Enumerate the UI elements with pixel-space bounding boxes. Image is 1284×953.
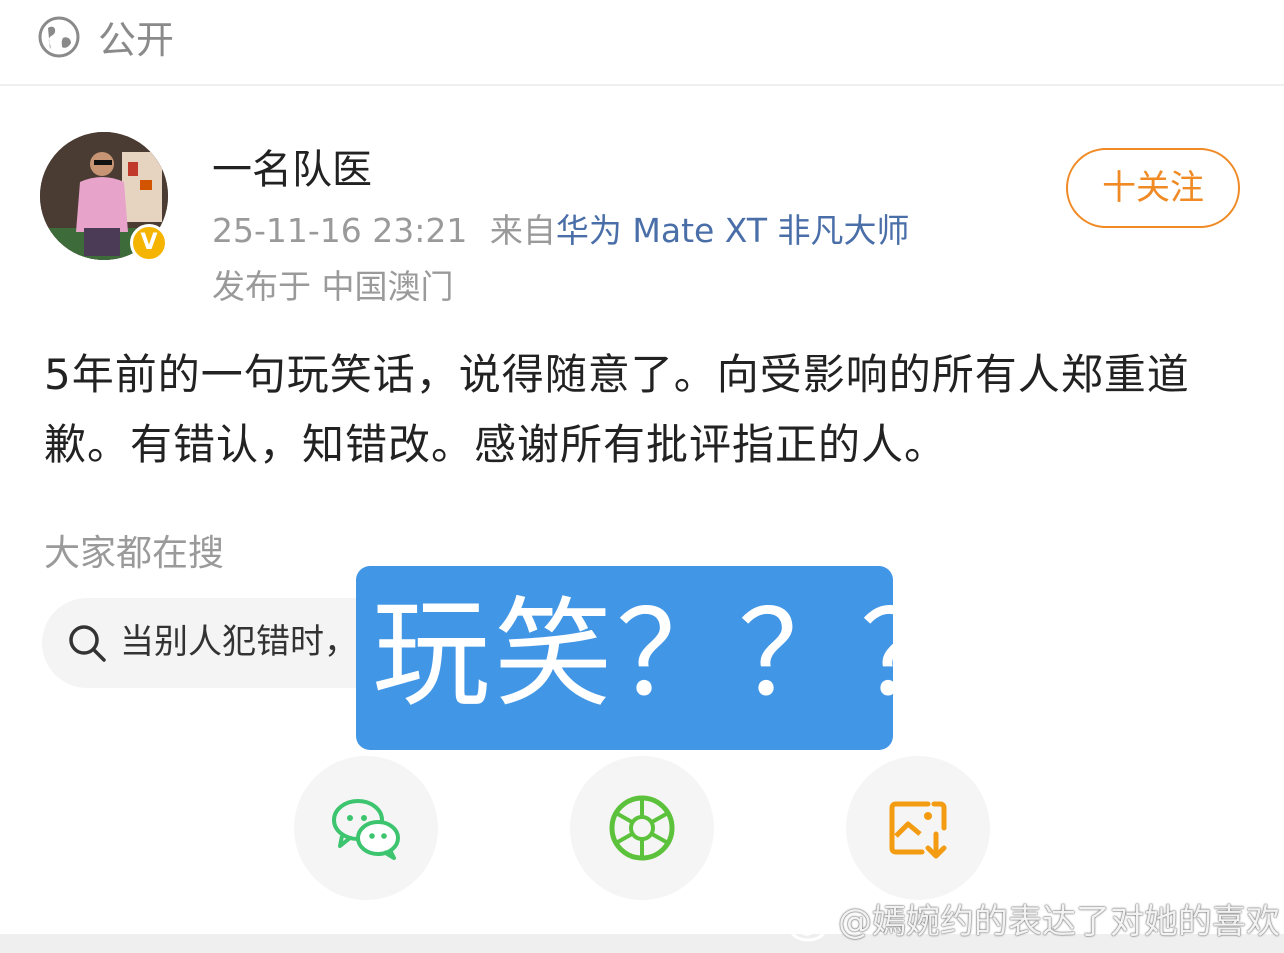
share-moments-button[interactable] xyxy=(570,756,714,900)
trending-search-heading: 大家都在搜 xyxy=(44,533,225,574)
verified-badge: V xyxy=(130,224,168,262)
weibo-logo-icon xyxy=(789,905,834,941)
watermark-text: @嫣婉约的表达了对她的喜欢 xyxy=(838,902,1280,942)
save-image-button[interactable] xyxy=(846,756,990,900)
save-image-icon xyxy=(889,801,947,859)
caption-overlay: 玩笑？？？ xyxy=(356,566,978,750)
device-link[interactable]: 华为 Mate XT 非凡大师 xyxy=(556,211,910,250)
post-location: 发布于 中国澳门 xyxy=(212,267,454,306)
visibility-label[interactable]: 公开 xyxy=(98,14,174,66)
wechat-icon xyxy=(332,799,400,860)
post-body: 5年前的一句玩笑话，说得随意了。向受影响的所有人郑重道歉。有错认，知错改。感谢所… xyxy=(44,350,1190,469)
post-meta: 25-11-16 23:21 来自华为 Mate XT 非凡大师 xyxy=(212,206,909,256)
timestamp: 25-11-16 23:21 xyxy=(212,211,468,250)
username[interactable]: 一名队医 xyxy=(212,142,372,198)
share-wechat-button[interactable] xyxy=(294,756,438,900)
top-bar: 公开 xyxy=(0,0,1284,86)
watermark: @嫣婉约的表达了对她的喜欢 xyxy=(788,896,1280,948)
moments-icon xyxy=(609,795,675,861)
search-suggestion-text: 当别人犯错时， xyxy=(120,622,358,662)
follow-button[interactable]: 十关注 xyxy=(1066,148,1240,228)
search-icon xyxy=(69,625,106,662)
caption-text: 玩笑？？？ xyxy=(372,585,983,723)
globe-icon xyxy=(38,16,80,58)
source-prefix: 来自 xyxy=(489,211,556,250)
